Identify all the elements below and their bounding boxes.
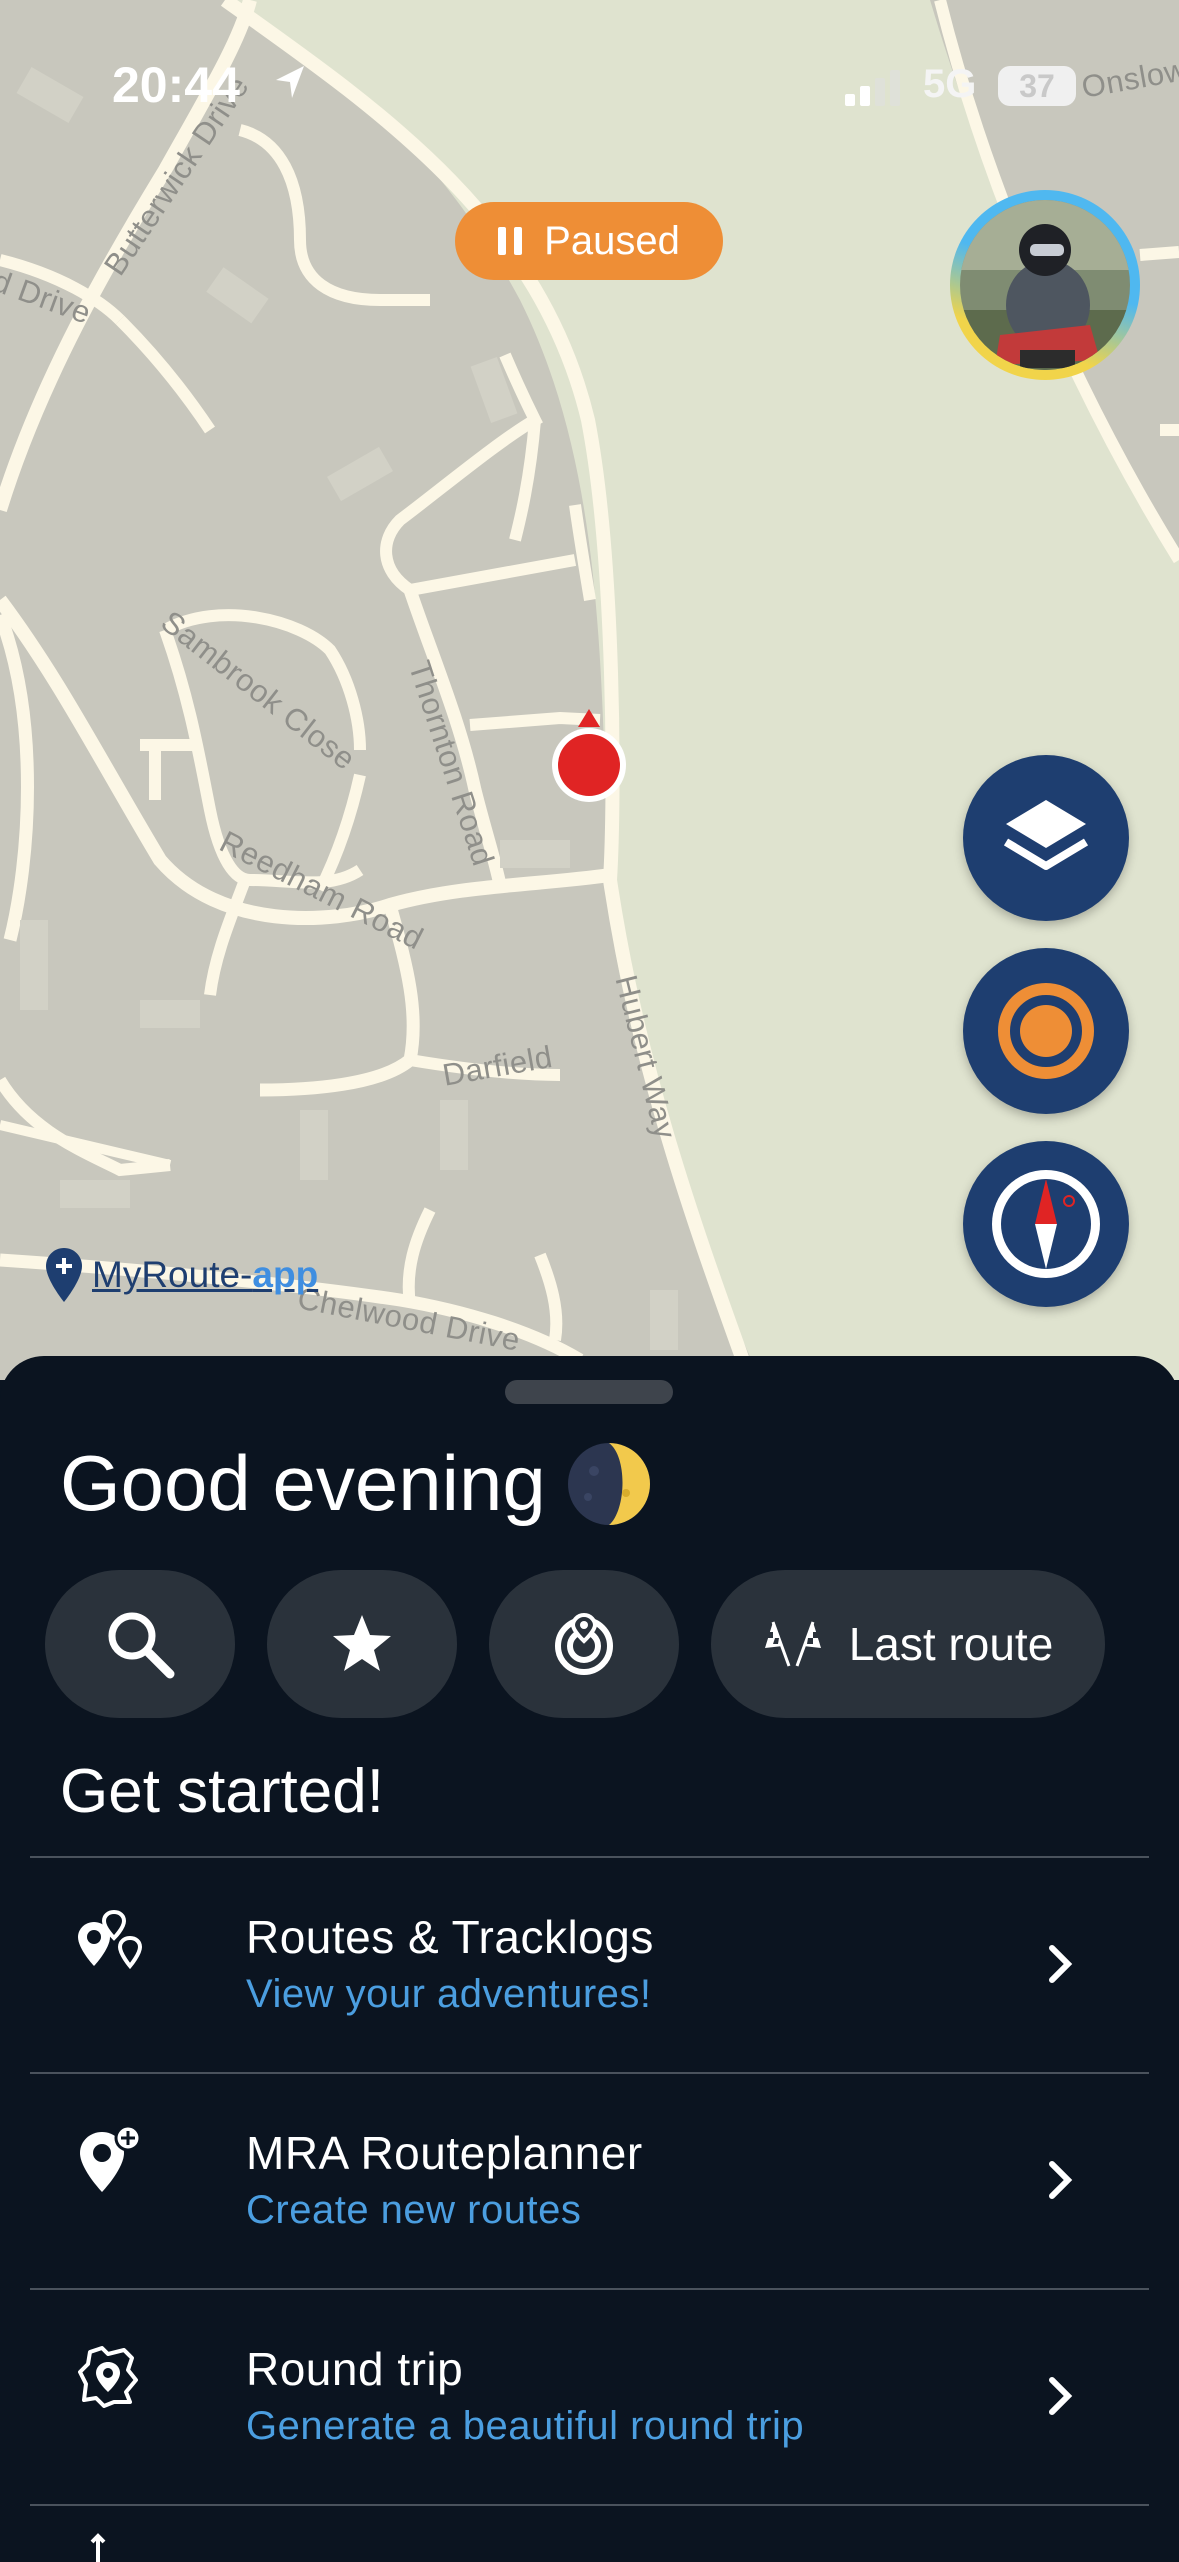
last-route-label: Last route: [848, 1618, 1054, 1670]
status-bar: 20:44 5G 37: [0, 0, 1179, 170]
map-view[interactable]: Butterwick Drive d Drive Onslow Sambrook…: [0, 0, 1179, 1380]
menu-item-partial[interactable]: [30, 2504, 1149, 2562]
menu-item-routeplanner[interactable]: MRA Routeplanner Create new routes: [30, 2072, 1149, 2290]
location-arrow-icon: [276, 66, 304, 98]
profile-avatar[interactable]: [950, 190, 1140, 380]
compass-button[interactable]: [963, 1141, 1129, 1307]
menu-item-subtitle: Create new routes: [246, 2188, 582, 2232]
menu-item-title: Round trip: [246, 2343, 464, 2395]
bottom-sheet: Good evening Last route Get started! Rou…: [0, 1356, 1179, 2562]
status-time: 20:44: [112, 57, 240, 113]
section-title: Get started!: [60, 1757, 384, 1826]
last-route-button[interactable]: Last route: [711, 1570, 1105, 1718]
map-pin-plus-icon: [46, 1248, 82, 1302]
layers-icon: [1003, 800, 1089, 870]
record-icon: [998, 983, 1094, 1079]
round-trip-icon: [555, 1612, 613, 1675]
round-trip-button[interactable]: [489, 1570, 679, 1718]
greeting: Good evening: [60, 1438, 652, 1529]
menu-item-title: Routes & Tracklogs: [246, 1911, 654, 1963]
tracking-status-label: Paused: [544, 218, 680, 263]
checkered-flags-icon: [764, 1621, 821, 1667]
moon-icon: [567, 1442, 650, 1525]
menu-item-subtitle: View your adventures!: [246, 1972, 652, 2016]
myroute-app-link[interactable]: MyRoute-app: [44, 1246, 318, 1304]
record-track-button[interactable]: [963, 948, 1129, 1114]
add-pin-icon: [80, 2124, 142, 2192]
brand-label: MyRoute-app: [92, 1254, 319, 1295]
menu-item-routes-tracklogs[interactable]: Routes & Tracklogs View your adventures!: [30, 1856, 1149, 2074]
battery-indicator: 37: [998, 66, 1076, 106]
map-pins-icon: [78, 1909, 143, 1970]
compass-icon: [992, 1170, 1100, 1278]
pause-icon: [498, 227, 523, 255]
sheet-drag-handle[interactable]: [505, 1380, 673, 1404]
network-type: 5G: [923, 62, 977, 106]
current-location-marker: [548, 705, 630, 810]
menu-item-round-trip[interactable]: Round trip Generate a beautiful round tr…: [30, 2288, 1149, 2506]
chevron-right-icon: [1049, 2161, 1073, 2199]
menu-item-subtitle: Generate a beautiful round trip: [246, 2404, 805, 2448]
avatar-photo: [960, 200, 1130, 370]
map-layers-button[interactable]: [963, 755, 1129, 921]
round-trip-map-icon: [78, 2346, 138, 2408]
chevron-right-icon: [1049, 1945, 1073, 1983]
menu-item-title: MRA Routeplanner: [246, 2127, 643, 2179]
menu-icon-partial: [90, 2533, 106, 2562]
tracking-paused-button[interactable]: Paused: [455, 202, 723, 280]
favorites-button[interactable]: [267, 1570, 457, 1718]
star-icon: [333, 1615, 391, 1671]
search-icon: [108, 1612, 175, 1679]
search-button[interactable]: [45, 1570, 235, 1718]
chevron-right-icon: [1049, 2377, 1073, 2415]
greeting-text: Good evening: [60, 1439, 546, 1527]
cellular-signal-icon: [845, 70, 900, 106]
